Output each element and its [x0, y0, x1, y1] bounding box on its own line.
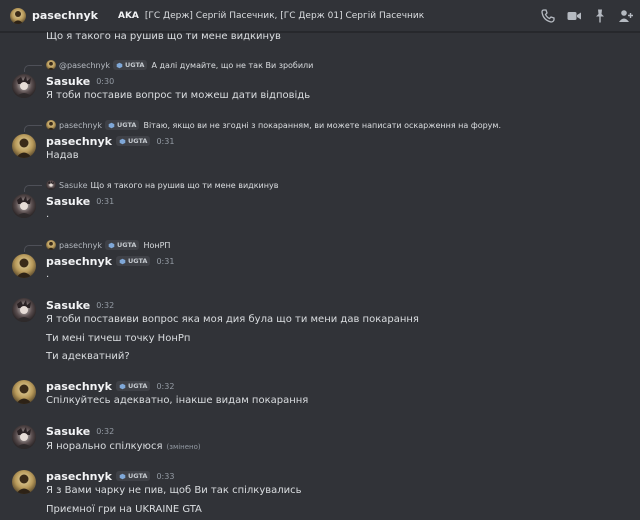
reply-text: Вітаю, якщо ви не згодні з покаранням, в… — [143, 120, 501, 130]
message-timestamp: 0:31 — [156, 136, 175, 146]
message-header: Sasuke 0:32 — [46, 298, 114, 312]
reply-preview[interactable]: pasechnyk UGTA Вітаю, якщо ви не згодні … — [46, 119, 501, 131]
pasechnyk-avatar[interactable] — [12, 470, 36, 494]
reply-preview[interactable]: Sasuke Що я такого на рушив що ти мене в… — [46, 179, 278, 191]
server-tag: UGTA — [115, 256, 151, 266]
message-text: Надав — [46, 150, 79, 161]
reply-connector — [24, 65, 42, 72]
message-header: pasechnyk UGTA 0:33 — [46, 469, 174, 483]
reply-text: Що я такого на рушив що ти мене видкинув — [90, 180, 279, 190]
server-tag-icon — [119, 473, 126, 480]
reply-author[interactable]: pasechnyk — [59, 241, 102, 250]
user-avatar[interactable] — [10, 8, 26, 24]
sasuke-avatar[interactable] — [12, 425, 36, 449]
pasechnyk-avatar[interactable] — [12, 134, 36, 158]
message-author[interactable]: Sasuke — [46, 75, 90, 88]
message-text: . — [46, 269, 50, 280]
reply-avatar — [46, 240, 56, 250]
server-tag: UGTA — [112, 60, 148, 70]
message-author[interactable]: pasechnyk — [46, 380, 112, 393]
dm-header: pasechnyk AKA [ГС Держ] Сергій Пасечник,… — [0, 0, 640, 32]
message-text: Приємної гри на UKRAINE GTA — [46, 504, 202, 515]
server-tag-icon — [119, 383, 126, 390]
message-text: Я тоби поставив вопрос ти можеш дати від… — [46, 90, 311, 101]
server-tag-icon — [108, 122, 115, 129]
message-author[interactable]: Sasuke — [46, 195, 90, 208]
reply-author[interactable]: pasechnyk — [59, 121, 102, 130]
message-timestamp: 0:33 — [156, 471, 175, 481]
reply-connector — [24, 125, 42, 132]
reply-avatar — [46, 120, 56, 130]
add-user-icon[interactable] — [618, 8, 634, 24]
reply-text: НонРП — [143, 240, 171, 250]
pasechnyk-avatar[interactable] — [12, 254, 36, 278]
server-tag: UGTA — [115, 381, 151, 391]
server-tag-icon — [116, 62, 123, 69]
message-timestamp: 0:31 — [96, 196, 115, 206]
server-tag: UGTA — [104, 120, 140, 130]
edited-label: (змінено) — [166, 443, 201, 451]
reply-preview[interactable]: @pasechnyk UGTA А далі думайте, що не та… — [46, 59, 313, 71]
server-tag: UGTA — [104, 240, 140, 250]
phone-icon[interactable] — [540, 8, 556, 24]
reply-avatar — [46, 180, 56, 190]
message-timestamp: 0:32 — [156, 381, 175, 391]
server-tag-icon — [119, 138, 126, 145]
pasechnyk-avatar[interactable] — [12, 380, 36, 404]
message-timestamp: 0:32 — [96, 426, 115, 436]
pin-icon[interactable] — [592, 8, 608, 24]
message-text: Ти мені тичеш точку НонРп — [46, 333, 191, 344]
message-header: Sasuke 0:32 — [46, 424, 114, 438]
header-actions — [540, 8, 634, 24]
message-timestamp: 0:32 — [96, 300, 115, 310]
message-timestamp: 0:30 — [96, 76, 115, 86]
message-author[interactable]: pasechnyk — [46, 135, 112, 148]
message-author[interactable]: pasechnyk — [46, 470, 112, 483]
header-username[interactable]: pasechnyk — [32, 9, 98, 22]
reply-connector — [24, 185, 42, 192]
sasuke-avatar[interactable] — [12, 74, 36, 98]
reply-preview[interactable]: pasechnyk UGTA НонРП — [46, 239, 170, 251]
aka-badge: AKA — [117, 10, 139, 21]
message-text: Я тоби поставиви вопрос яка моя дия була… — [46, 314, 419, 325]
reply-author[interactable]: @pasechnyk — [59, 61, 110, 70]
message-text: Ти адекватний? — [46, 351, 130, 362]
message-header: Sasuke 0:31 — [46, 194, 114, 208]
reply-author[interactable]: Sasuke — [59, 181, 88, 190]
message-text: Спілкуйтесь адекватно, інакше видам пока… — [46, 395, 309, 406]
message-text: Я з Вами чарку не пив, щоб Ви так спілку… — [46, 485, 302, 496]
server-tag-icon — [108, 242, 115, 249]
sasuke-avatar[interactable] — [12, 194, 36, 218]
reply-connector — [24, 245, 42, 252]
message-body: Я норально спілкуюся — [46, 441, 163, 452]
message-header: Sasuke 0:30 — [46, 74, 114, 88]
message-author[interactable]: Sasuke — [46, 299, 90, 312]
server-tag: UGTA — [115, 136, 151, 146]
message-header: pasechnyk UGTA 0:31 — [46, 254, 174, 268]
server-tag-icon — [119, 258, 126, 265]
message-timestamp: 0:31 — [156, 256, 175, 266]
message-author[interactable]: pasechnyk — [46, 255, 112, 268]
message-text: Я норально спілкуюся (змінено) — [46, 440, 201, 454]
message-author[interactable]: Sasuke — [46, 425, 90, 438]
message-header: pasechnyk UGTA 0:31 — [46, 134, 174, 148]
message-text: Що я такого на рушив що ти мене видкинув — [46, 31, 281, 42]
video-icon[interactable] — [566, 8, 582, 24]
message-text: . — [46, 209, 50, 220]
message-header: pasechnyk UGTA 0:32 — [46, 379, 174, 393]
server-tag: UGTA — [115, 471, 151, 481]
reply-text: А далі думайте, що не так Ви зробили — [151, 60, 314, 70]
sasuke-avatar[interactable] — [12, 298, 36, 322]
aka-names: [ГС Держ] Сергій Пасечник, [ГС Держ 01] … — [144, 10, 425, 21]
reply-avatar — [46, 60, 56, 70]
